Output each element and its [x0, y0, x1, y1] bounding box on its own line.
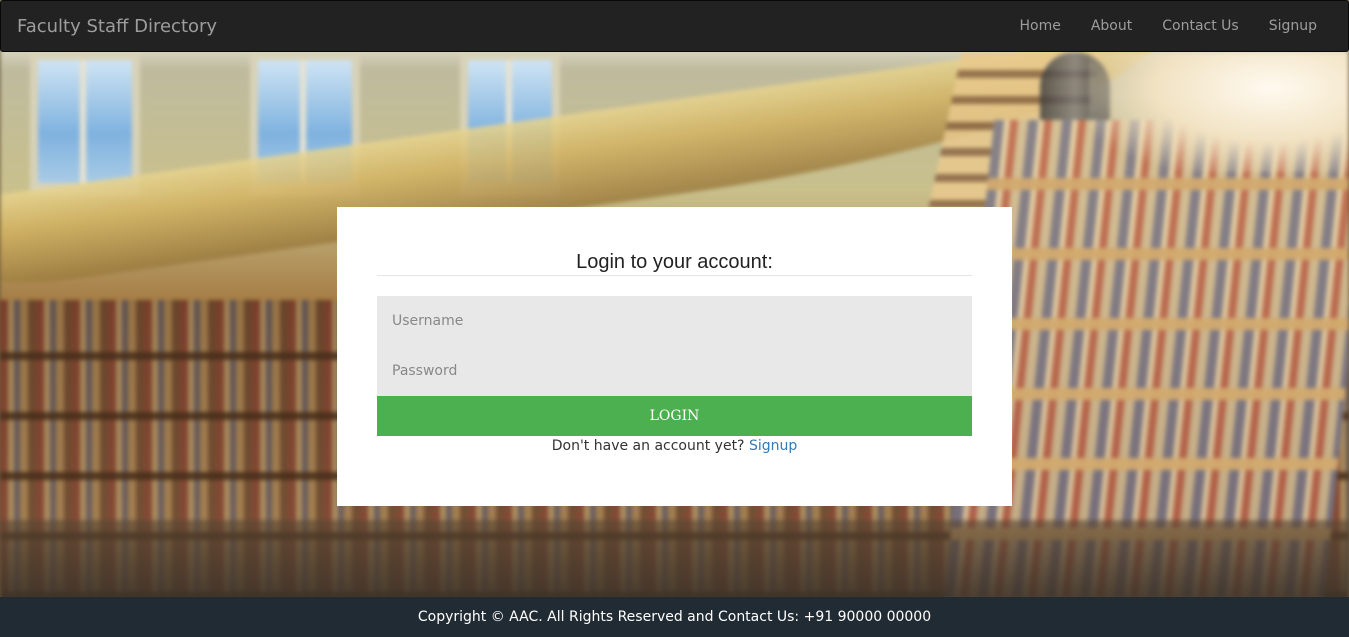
nav-links: Home About Contact Us Signup [1004, 1, 1332, 51]
login-button[interactable]: LOGIN [377, 396, 972, 436]
top-navbar: Faculty Staff Directory Home About Conta… [0, 0, 1349, 52]
login-title: Login to your account: [576, 251, 773, 273]
nav-signup-link[interactable]: Signup [1254, 1, 1332, 51]
footer-copyright-text: Copyright © AAC. All Rights Reserved and… [417, 609, 932, 625]
username-input[interactable] [377, 296, 972, 346]
brand-link[interactable]: Faculty Staff Directory [17, 16, 217, 38]
nav-about-link[interactable]: About [1076, 1, 1147, 51]
nav-contact-link[interactable]: Contact Us [1147, 1, 1253, 51]
password-input[interactable] [377, 346, 972, 396]
login-card: Login to your account: LOGIN Don't have … [337, 207, 1012, 506]
page: Faculty Staff Directory Home About Conta… [0, 0, 1349, 637]
footer: Copyright © AAC. All Rights Reserved and… [0, 597, 1349, 637]
no-account-text: Don't have an account yet? [551, 438, 745, 454]
signup-link[interactable]: Signup [749, 438, 797, 454]
signup-prompt: Don't have an account yet? Signup [377, 436, 972, 456]
title-divider [377, 275, 972, 276]
nav-home-link[interactable]: Home [1004, 1, 1075, 51]
